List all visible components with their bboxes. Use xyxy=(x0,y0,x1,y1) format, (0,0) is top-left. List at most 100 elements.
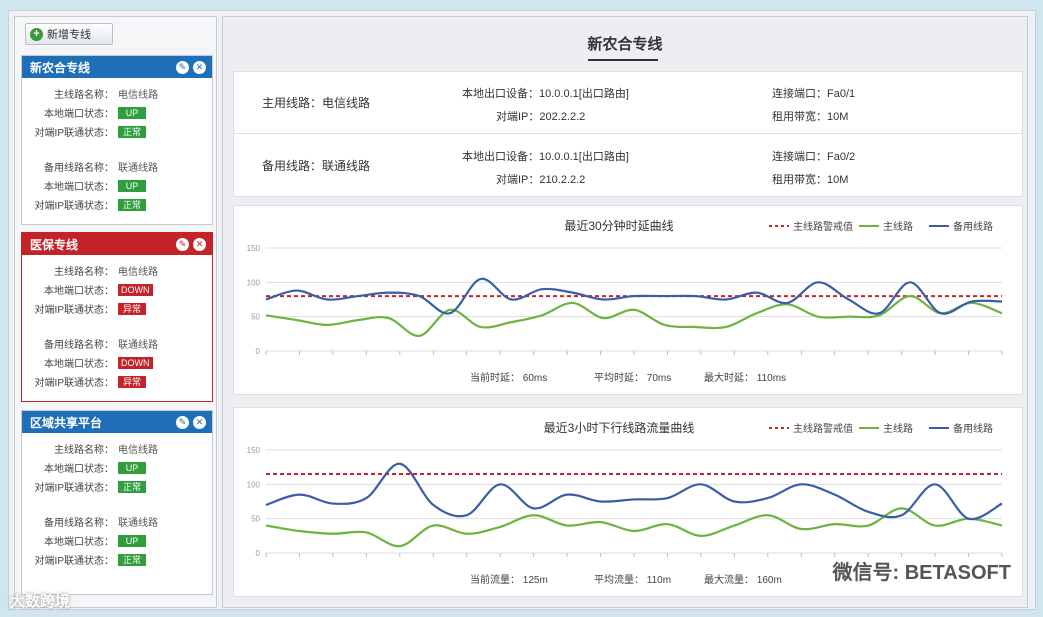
backup-device: 本地出口设备：10.0.0.1[出口路由] xyxy=(462,151,629,163)
chart-stat: 平均流量： 110m xyxy=(594,573,671,586)
status-row: 对端IP联通状态： 正常 xyxy=(26,122,208,141)
status-label: 主线路名称： xyxy=(54,267,114,278)
status-row: 本地端口状态： UP xyxy=(26,458,208,477)
line-card-title: 医保专线 xyxy=(30,237,79,252)
legend-label: 备用线路 xyxy=(953,220,993,233)
line-name-value: 电信线路 xyxy=(118,267,158,278)
legend-label: 主线路 xyxy=(883,220,913,233)
status-label: 主线路名称： xyxy=(54,445,114,456)
primary-bandwidth: 租用带宽：10M xyxy=(772,111,849,123)
status-label: 备用线路名称： xyxy=(44,518,114,529)
latency-chart: 最近30分钟时延曲线 主线路警戒值 主线路 备用线路 0 50 100 150 当前时延： 60… xyxy=(233,205,1023,395)
add-line-button[interactable]: + 新增专线 xyxy=(25,23,113,45)
status-row: 备用线路名称： 联通线路 xyxy=(26,512,208,531)
primary-device: 本地出口设备：10.0.0.1[出口路由] xyxy=(462,88,629,100)
status-row: 对端IP联通状态： 正常 xyxy=(26,550,208,569)
status-label: 备用线路名称： xyxy=(44,163,114,174)
line-name-value: 联通线路 xyxy=(118,340,158,351)
status-badge: 正常 xyxy=(118,480,146,493)
y-tick-label: 150 xyxy=(247,244,261,253)
line-card[interactable]: 新农合专线 ✎ ✕ 主线路名称： 电信线路 本地端口状态： UP 对端IP联通状态： 正常 备用线… xyxy=(21,55,213,225)
chart-stat: 当前流量： 125m xyxy=(470,573,548,586)
backup-line-info: 备用线路：联通线路 本地出口设备：10.0.0.1[出口路由] 对端IP：210… xyxy=(234,135,1022,197)
legend-label: 主线路警戒值 xyxy=(793,422,853,435)
status-row: 主线路名称： 电信线路 xyxy=(26,439,208,458)
y-tick-label: 150 xyxy=(247,446,261,455)
status-label: 本地端口状态： xyxy=(44,537,114,548)
line-card-title: 区域共享平台 xyxy=(30,415,103,430)
status-badge: 正常 xyxy=(118,125,146,138)
status-row: 本地端口状态： UP xyxy=(26,103,208,122)
line-card[interactable]: 区域共享平台 ✎ ✕ 主线路名称： 电信线路 本地端口状态： UP 对端IP联通状态： 正常 备用… xyxy=(21,410,213,595)
sidebar: + 新增专线 新农合专线 ✎ ✕ 主线路名称： 电信线路 本地端口状态： UP 对端IP联通状… xyxy=(14,16,217,608)
status-badge: UP xyxy=(118,461,146,474)
edit-icon[interactable]: ✎ xyxy=(176,60,189,74)
line-card[interactable]: 医保专线 ✎ ✕ 主线路名称： 电信线路 本地端口状态： DOWN 对端IP联通状态： 异常 备用… xyxy=(21,232,213,402)
y-tick-label: 100 xyxy=(247,278,261,287)
status-row: 本地端口状态： UP xyxy=(26,531,208,550)
corner-watermark: 大数跨境 xyxy=(10,593,71,610)
status-row: 本地端口状态： DOWN xyxy=(26,353,208,372)
y-tick-label: 0 xyxy=(256,549,261,558)
status-row: 对端IP联通状态： 异常 xyxy=(26,372,208,391)
status-row: 主线路名称： 电信线路 xyxy=(26,84,208,103)
status-row: 备用线路名称： 联通线路 xyxy=(26,334,208,353)
status-badge: UP xyxy=(118,106,146,119)
status-row: 对端IP联通状态： 正常 xyxy=(26,477,208,496)
line-name-value: 电信线路 xyxy=(118,90,158,101)
line-card-header[interactable]: 区域共享平台 ✎ ✕ xyxy=(22,411,212,433)
status-badge: 异常 xyxy=(118,302,146,315)
page-title: 新农合专线 xyxy=(587,36,663,53)
status-row: 主线路名称： 电信线路 xyxy=(26,261,208,280)
line-card-header[interactable]: 新农合专线 ✎ ✕ xyxy=(22,56,212,78)
primary-peer-ip: 对端IP：202.2.2.2 xyxy=(496,111,586,123)
status-row: 备用线路名称： 联通线路 xyxy=(26,157,208,176)
status-row: 对端IP联通状态： 异常 xyxy=(26,299,208,318)
y-tick-label: 50 xyxy=(251,313,260,322)
latency-chart-svg: 最近30分钟时延曲线 主线路警戒值 主线路 备用线路 0 50 100 150 当前时延： 60… xyxy=(247,218,1003,384)
chart-stat: 平均时延： 70ms xyxy=(594,372,671,384)
status-label: 对端IP联通状态： xyxy=(34,483,114,494)
chart-stat: 当前时延： 60ms xyxy=(470,371,547,384)
status-badge: UP xyxy=(118,534,146,547)
primary-port: 连接端口：Fa0/1 xyxy=(772,88,856,100)
y-tick-label: 0 xyxy=(256,347,261,356)
status-label: 本地端口状态： xyxy=(44,286,114,297)
chart-title: 最近30分钟时延曲线 xyxy=(564,218,673,233)
close-icon[interactable]: ✕ xyxy=(193,237,206,251)
legend-label: 主线路 xyxy=(883,422,913,435)
line-name-value: 联通线路 xyxy=(118,163,158,174)
status-label: 对端IP联通状态： xyxy=(34,378,114,389)
wechat-watermark: 微信号: BETASOFT xyxy=(832,562,1011,584)
y-tick-label: 100 xyxy=(247,480,261,489)
primary-line-name: 主用线路：电信线路 xyxy=(262,96,371,110)
plus-icon: + xyxy=(30,27,43,41)
edit-icon[interactable]: ✎ xyxy=(176,237,189,251)
backup-peer-ip: 对端IP：210.2.2.2 xyxy=(496,174,586,186)
chart-title: 最近3小时下行线路流量曲线 xyxy=(544,420,695,435)
edit-icon[interactable]: ✎ xyxy=(176,415,189,429)
backup-port: 连接端口：Fa0/2 xyxy=(772,151,856,163)
backup-bandwidth: 租用带宽：10M xyxy=(772,174,849,186)
close-icon[interactable]: ✕ xyxy=(193,415,206,429)
status-badge: 异常 xyxy=(118,375,146,388)
status-label: 对端IP联通状态： xyxy=(34,128,114,139)
line-name-value: 联通线路 xyxy=(118,518,158,529)
line-card-header[interactable]: 医保专线 ✎ ✕ xyxy=(22,233,212,255)
title-underline xyxy=(588,59,658,61)
main-panel: 新农合专线 主用线路：电信线路 本地出口设备：10.0.0.1[出口路由] 对端… xyxy=(222,16,1028,608)
status-label: 对端IP联通状态： xyxy=(34,201,114,212)
line-name-value: 电信线路 xyxy=(118,445,158,456)
close-icon[interactable]: ✕ xyxy=(193,60,206,74)
status-badge: 正常 xyxy=(118,553,146,566)
status-badge: DOWN xyxy=(118,283,153,296)
line-card-title: 新农合专线 xyxy=(30,60,91,75)
status-label: 本地端口状态： xyxy=(44,109,114,120)
line-info-panel: 主用线路：电信线路 本地出口设备：10.0.0.1[出口路由] 对端IP：202… xyxy=(233,71,1023,197)
chart-stat: 最大时延： 110ms xyxy=(704,371,786,384)
status-row: 本地端口状态： DOWN xyxy=(26,280,208,299)
status-label: 对端IP联通状态： xyxy=(34,556,114,567)
status-label: 主线路名称： xyxy=(54,90,114,101)
status-label: 本地端口状态： xyxy=(44,182,114,193)
